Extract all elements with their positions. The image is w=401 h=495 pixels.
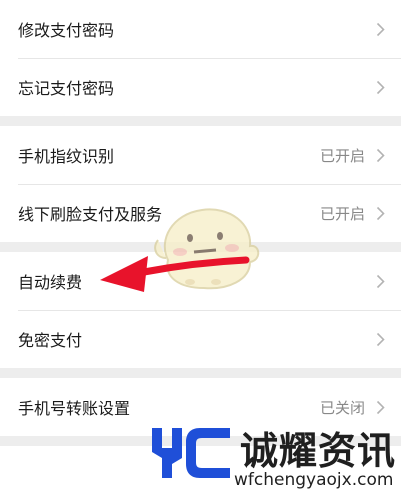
row-change-pay-password[interactable]: 修改支付密码 — [0, 0, 401, 58]
section-gap — [0, 116, 401, 126]
watermark-url: wfchengyaojx.com — [234, 470, 394, 490]
chevron-right-icon — [375, 21, 385, 37]
row-status: 已关闭 — [319, 398, 365, 417]
chevron-right-icon — [375, 273, 385, 289]
row-fingerprint[interactable]: 手机指纹识别 已开启 — [0, 126, 401, 184]
row-label: 手机号转账设置 — [18, 399, 131, 418]
red-arrow-annotation — [100, 256, 250, 292]
row-label: 忘记支付密码 — [18, 79, 115, 98]
row-label: 修改支付密码 — [18, 21, 115, 40]
row-password-free-pay[interactable]: 免密支付 — [0, 310, 401, 368]
row-forgot-pay-password[interactable]: 忘记支付密码 — [0, 58, 401, 116]
payment-settings-page: 修改支付密码 忘记支付密码 手机指纹识别 已开启 线下刷脸支付及服务 已开启 自… — [0, 0, 401, 495]
chevron-right-icon — [375, 79, 385, 95]
chevron-right-icon — [375, 205, 385, 221]
row-status: 已开启 — [319, 146, 365, 165]
chevron-right-icon — [375, 399, 385, 415]
row-status: 已开启 — [319, 204, 365, 223]
settings-group-password: 修改支付密码 忘记支付密码 — [0, 0, 401, 116]
section-gap — [0, 368, 401, 378]
chevron-right-icon — [375, 147, 385, 163]
watermark-title: 诚耀资讯 — [240, 429, 397, 473]
chevron-right-icon — [375, 331, 385, 347]
watermark-logo-icon — [152, 428, 230, 478]
row-label: 手机指纹识别 — [18, 147, 115, 166]
watermark: 诚耀资讯 wfchengyaojx.com — [150, 420, 401, 495]
row-label: 免密支付 — [18, 331, 83, 350]
